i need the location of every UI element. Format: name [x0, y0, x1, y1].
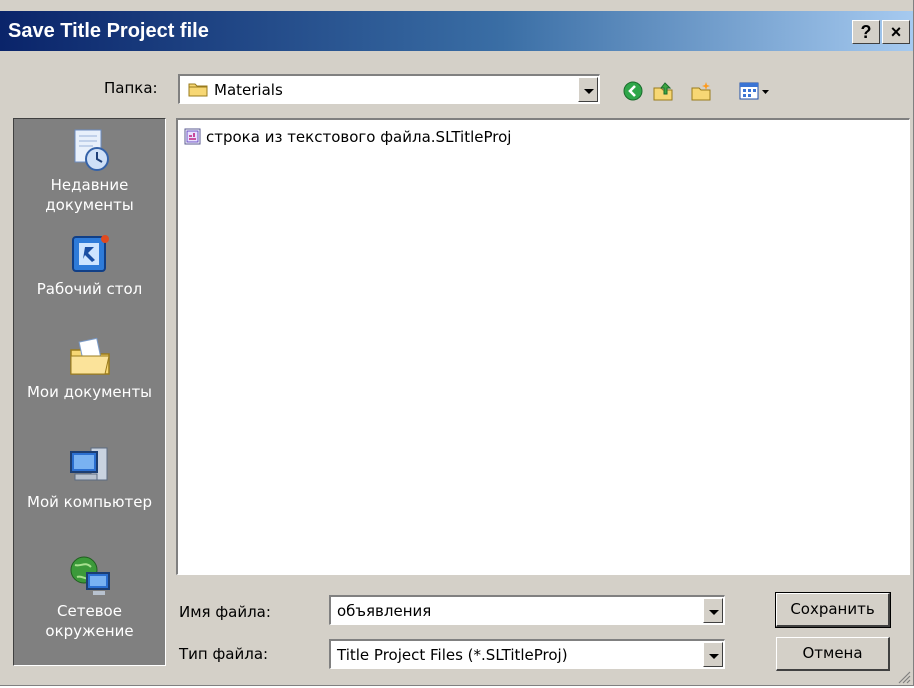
filetype-label: Тип файла: [179, 645, 269, 663]
places-network-places[interactable]: Сетевое окружение [14, 553, 165, 641]
my-computer-icon [14, 444, 165, 490]
desktop-icon [14, 231, 165, 277]
sltitleproj-file-icon [184, 128, 202, 150]
back-icon[interactable] [622, 80, 644, 102]
places-recent-documents[interactable]: Недавние документы [14, 127, 165, 215]
filename-combo[interactable]: объявления [329, 595, 725, 625]
network-places-icon [14, 553, 165, 599]
up-folder-icon[interactable] [652, 80, 674, 102]
filename-value: объявления [337, 602, 432, 620]
title-bar[interactable]: Save Title Project file ? × [0, 11, 913, 51]
filename-label: Имя файла: [179, 603, 271, 621]
dialog-title: Save Title Project file [8, 20, 209, 42]
lookin-combo[interactable]: Materials [178, 74, 600, 104]
places-desktop-label: Рабочий стол [36, 280, 143, 298]
filetype-combo[interactable]: Title Project Files (*.SLTitleProj) [329, 639, 725, 669]
file-name: строка из текстового файла.SLTitleProj [206, 128, 512, 146]
lookin-dropdown-button[interactable] [578, 77, 598, 102]
lookin-value: Materials [214, 81, 283, 99]
help-button[interactable]: ? [852, 20, 880, 44]
close-button[interactable]: × [882, 20, 910, 44]
places-my-computer[interactable]: Мой компьютер [14, 444, 165, 512]
cancel-button[interactable]: Отмена [776, 637, 890, 671]
new-folder-icon[interactable] [690, 80, 712, 102]
file-list[interactable]: строка из текстового файла.SLTitleProj [176, 118, 910, 575]
places-my-computer-label: Мой компьютер [27, 493, 152, 511]
places-my-documents[interactable]: Мои документы [14, 334, 165, 402]
places-recent-documents-label: Недавние документы [45, 176, 134, 214]
places-bar: Недавние документы Рабочий стол Мои доку… [13, 118, 166, 666]
places-my-documents-label: Мои документы [26, 383, 153, 401]
recent-documents-icon [14, 127, 165, 173]
save-dialog: Save Title Project file ? × Папка: Mater… [0, 0, 914, 686]
resize-grip-icon[interactable] [897, 669, 911, 684]
filetype-dropdown-button[interactable] [703, 642, 723, 667]
folder-icon [188, 81, 208, 101]
my-documents-icon [14, 334, 165, 380]
places-network-places-label: Сетевое окружение [45, 602, 134, 640]
views-menu-icon[interactable] [738, 80, 778, 102]
lookin-label: Папка: [104, 79, 158, 97]
save-button[interactable]: Сохранить [775, 592, 891, 628]
filename-dropdown-button[interactable] [703, 598, 723, 623]
filetype-value: Title Project Files (*.SLTitleProj) [337, 646, 568, 664]
places-desktop[interactable]: Рабочий стол [14, 231, 165, 299]
